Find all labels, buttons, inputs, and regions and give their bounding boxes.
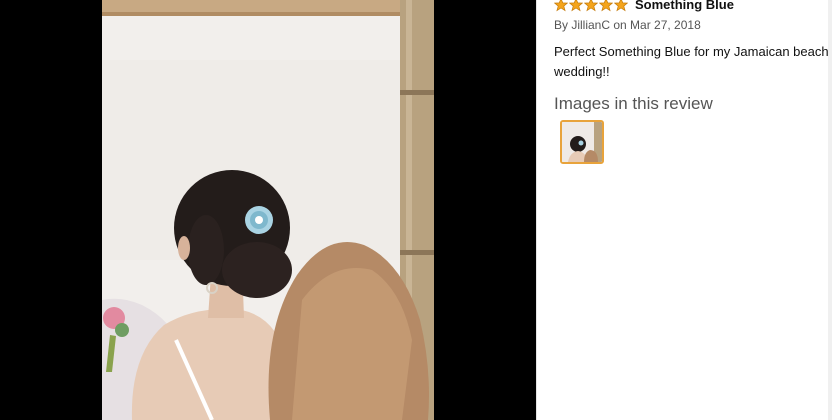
review-header: Something Blue bbox=[554, 0, 734, 13]
review-image-thumbnail[interactable] bbox=[560, 120, 604, 164]
star-rating bbox=[554, 0, 629, 12]
review-panel: Something Blue By JillianC on Mar 27, 20… bbox=[536, 0, 832, 420]
image-viewer bbox=[0, 0, 536, 420]
star-icon bbox=[569, 0, 583, 12]
review-byline: By JillianC on Mar 27, 2018 bbox=[554, 18, 701, 32]
review-body: Perfect Something Blue for my Jamaican b… bbox=[554, 44, 829, 79]
star-icon bbox=[599, 0, 613, 12]
photo-illustration bbox=[102, 0, 434, 420]
star-icon bbox=[614, 0, 628, 12]
star-icon bbox=[554, 0, 568, 12]
images-heading: Images in this review bbox=[554, 94, 713, 113]
scrollbar[interactable] bbox=[828, 0, 832, 420]
review-photo[interactable] bbox=[102, 0, 434, 420]
star-icon bbox=[584, 0, 598, 12]
review-title[interactable]: Something Blue bbox=[635, 0, 734, 13]
thumbnail-image bbox=[562, 122, 602, 162]
